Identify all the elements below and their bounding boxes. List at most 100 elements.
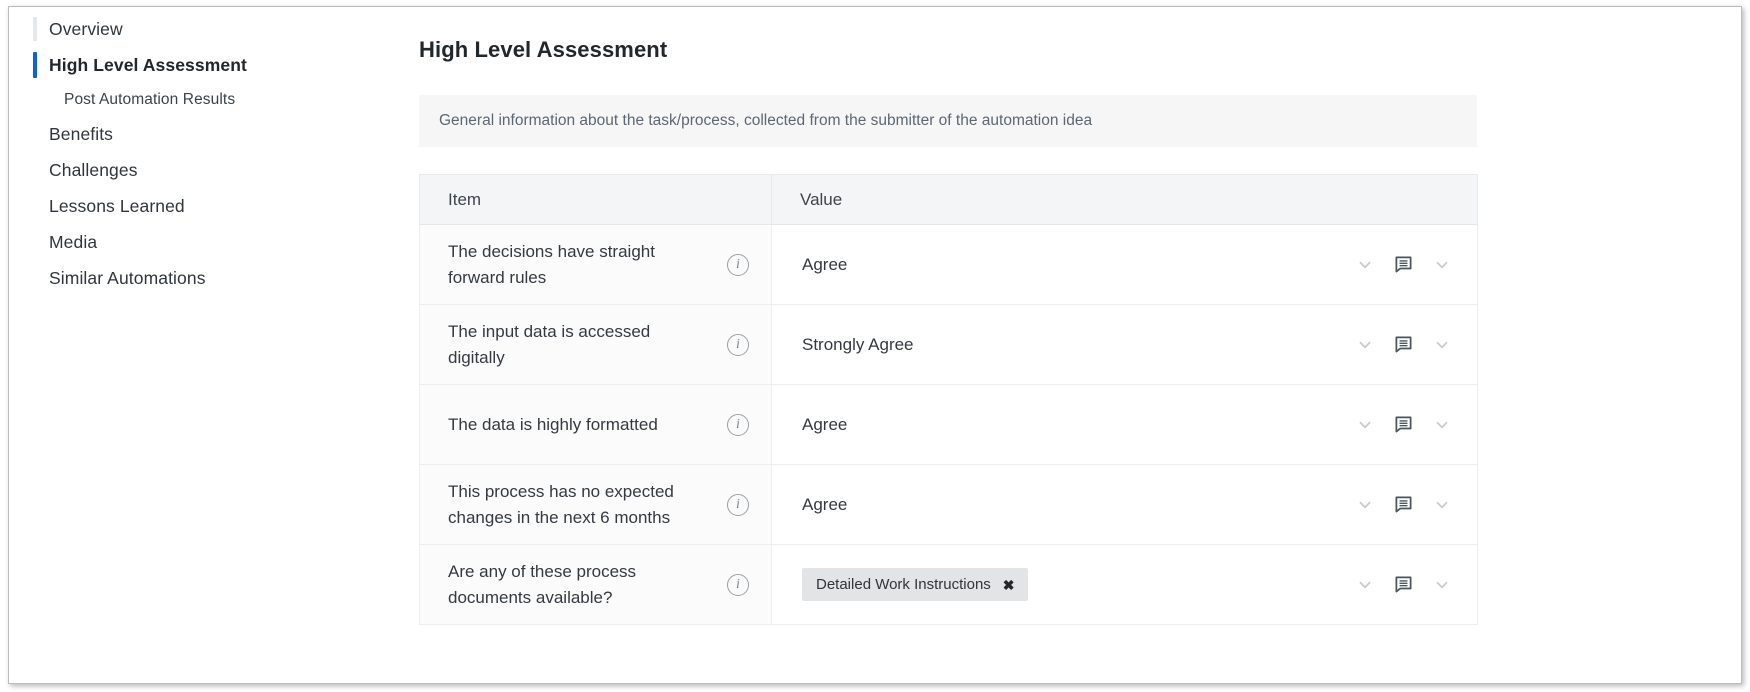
info-circle-icon[interactable]: i (727, 493, 749, 516)
table-row: The data is highly formatted i Agree (419, 384, 1478, 465)
item-cell: Are any of these process documents avail… (419, 544, 772, 625)
sidebar-item-overview[interactable]: Overview (9, 11, 409, 47)
info-circle-icon[interactable]: i (727, 333, 749, 356)
sidebar-navigation: Overview High Level Assessment Post Automa… (9, 7, 409, 683)
table-row: The input data is accessed digitally i Str… (419, 304, 1478, 385)
info-glyph: i (736, 416, 740, 432)
chevron-down-icon[interactable] (1356, 256, 1374, 274)
table-row: Are any of these process documents avail… (419, 544, 1478, 625)
tag-remove-icon[interactable]: ✖ (1003, 578, 1015, 592)
section-description-banner: General information about the task/proce… (419, 95, 1477, 147)
item-cell-inner: The decisions have straight forward rule… (448, 239, 771, 290)
sidebar-item-label: Post Automation Results (64, 90, 236, 108)
main-content: High Level Assessment General informatio… (409, 7, 1741, 683)
row-actions (1356, 335, 1451, 354)
table-row: This process has no expected changes in … (419, 464, 1478, 545)
value-label: Agree (802, 494, 848, 514)
row-actions (1356, 415, 1451, 434)
sidebar-item-label: Similar Automations (49, 267, 206, 288)
sidebar-item-label: Media (49, 231, 98, 252)
info-glyph: i (736, 496, 740, 512)
sidebar-item-similar-automations[interactable]: Similar Automations (9, 260, 409, 296)
item-cell-inner: The input data is accessed digitally i (448, 319, 771, 370)
sidebar-item-label: High Level Assessment (49, 54, 247, 75)
value-cell-inner: Agree (802, 415, 1477, 435)
value-cell: Strongly Agree (771, 304, 1478, 385)
value-cell: Detailed Work Instructions ✖ (771, 544, 1478, 625)
item-label: Are any of these process documents avail… (448, 562, 637, 607)
value-tag[interactable]: Detailed Work Instructions ✖ (802, 568, 1028, 601)
nav-rail (33, 158, 37, 182)
table-header-row: Item Value (419, 174, 1478, 225)
item-cell: The decisions have straight forward rule… (419, 224, 772, 305)
nav-rail (33, 230, 37, 254)
chevron-down-icon[interactable] (1356, 336, 1374, 354)
item-label: The input data is accessed digitally (448, 322, 651, 367)
row-actions (1356, 495, 1451, 514)
item-cell-inner: The data is highly formatted i (448, 412, 771, 438)
row-actions (1356, 255, 1451, 274)
value-cell: Agree (771, 224, 1478, 305)
comment-icon[interactable] (1394, 335, 1413, 354)
chevron-down-icon[interactable] (1433, 496, 1451, 514)
value-cell-inner: Strongly Agree (802, 335, 1477, 355)
nav-rail (33, 17, 37, 41)
chevron-down-icon[interactable] (1433, 576, 1451, 594)
value-tag-label: Detailed Work Instructions (816, 576, 991, 593)
value-cell-inner: Detailed Work Instructions ✖ (802, 568, 1477, 601)
sidebar-item-post-automation-results[interactable]: Post Automation Results (9, 83, 409, 116)
nav-rail (33, 88, 37, 112)
column-header-item: Item (419, 174, 772, 225)
comment-icon[interactable] (1394, 255, 1413, 274)
info-circle-icon[interactable]: i (727, 413, 749, 436)
item-cell: The data is highly formatted i (419, 384, 772, 465)
sidebar-item-label: Lessons Learned (49, 195, 185, 216)
sidebar-item-media[interactable]: Media (9, 224, 409, 260)
info-circle-icon[interactable]: i (727, 253, 749, 276)
comment-icon[interactable] (1394, 575, 1413, 594)
table-body: The decisions have straight forward rule… (419, 224, 1478, 625)
sidebar-item-label: Overview (49, 18, 123, 39)
value-cell: Agree (771, 464, 1478, 545)
table-head: Item Value (419, 174, 1478, 225)
value-label: Strongly Agree (802, 334, 914, 354)
sidebar-item-benefits[interactable]: Benefits (9, 116, 409, 152)
application-window: Overview High Level Assessment Post Automa… (8, 6, 1742, 684)
chevron-down-icon[interactable] (1356, 576, 1374, 594)
chevron-down-icon[interactable] (1356, 496, 1374, 514)
info-glyph: i (736, 576, 740, 592)
info-circle-icon[interactable]: i (727, 573, 749, 596)
item-cell: The input data is accessed digitally i (419, 304, 772, 385)
sidebar-item-high-level-assessment[interactable]: High Level Assessment (9, 47, 409, 83)
sidebar-item-label: Challenges (49, 159, 138, 180)
chevron-down-icon[interactable] (1433, 336, 1451, 354)
value-cell: Agree (771, 384, 1478, 465)
item-label: The data is highly formatted (448, 414, 658, 434)
column-header-value: Value (771, 174, 1478, 225)
active-indicator-bar (33, 52, 37, 78)
value-label: Agree (802, 254, 848, 274)
page-title: High Level Assessment (419, 37, 668, 62)
nav-rail (33, 194, 37, 218)
item-cell: This process has no expected changes in … (419, 464, 772, 545)
nav-rail (33, 122, 37, 146)
value-label: Agree (802, 414, 848, 434)
row-actions (1356, 575, 1451, 594)
item-label: The decisions have straight forward rule… (448, 242, 655, 287)
info-glyph: i (736, 256, 740, 272)
chevron-down-icon[interactable] (1433, 416, 1451, 434)
sidebar-item-lessons-learned[interactable]: Lessons Learned (9, 188, 409, 224)
value-cell-inner: Agree (802, 495, 1477, 515)
chevron-down-icon[interactable] (1433, 256, 1451, 274)
nav-rail (33, 266, 37, 290)
value-cell-inner: Agree (802, 255, 1477, 275)
item-label: This process has no expected changes in … (448, 482, 674, 527)
sidebar-item-label: Benefits (49, 123, 114, 144)
info-glyph: i (736, 336, 740, 352)
sidebar-item-challenges[interactable]: Challenges (9, 152, 409, 188)
item-cell-inner: This process has no expected changes in … (448, 479, 771, 530)
chevron-down-icon[interactable] (1356, 416, 1374, 434)
comment-icon[interactable] (1394, 415, 1413, 434)
comment-icon[interactable] (1394, 495, 1413, 514)
assessment-table: Item Value The decisions have straight f… (419, 174, 1478, 625)
